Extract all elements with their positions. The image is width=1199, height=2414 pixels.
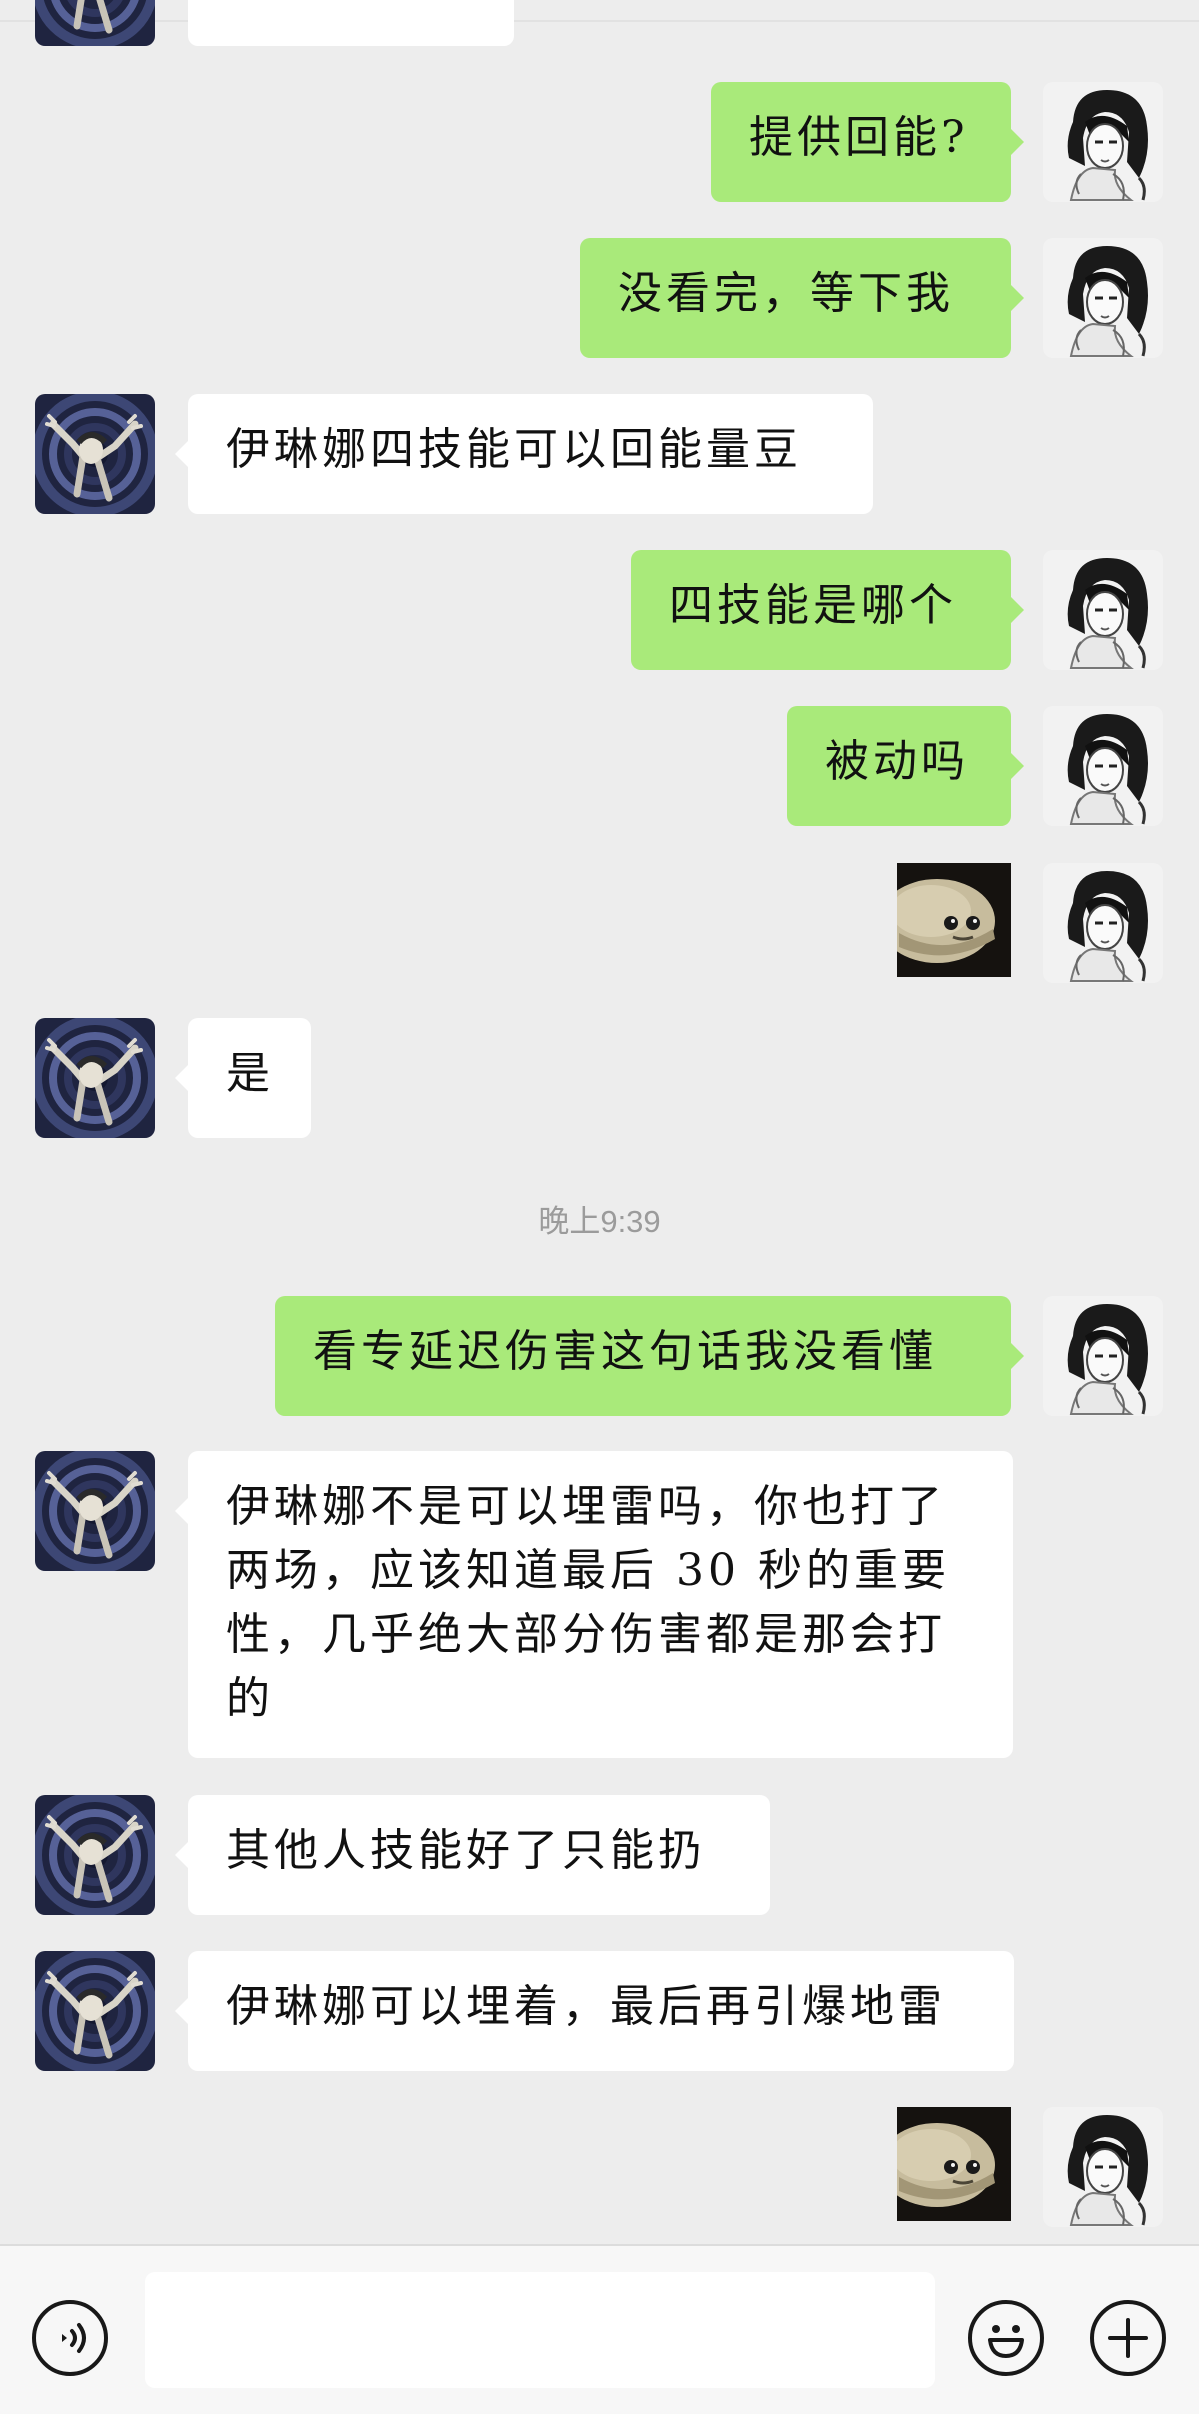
message-line: 性，几乎绝大部分伤害都是那会打 — [226, 1609, 946, 1660]
message-text: 没看完，等下我 — [618, 268, 954, 319]
shark-face-sticker-icon — [897, 2107, 1011, 2221]
message-bubble-outgoing[interactable]: 提供回能? — [711, 82, 1024, 202]
my-avatar[interactable] — [1043, 550, 1163, 670]
my-avatar-image — [1043, 238, 1163, 358]
timestamp: 晚上9:39 — [538, 1204, 661, 1239]
plus-icon — [1108, 2318, 1148, 2358]
message-bubble-incoming[interactable]: 是 — [175, 1018, 311, 1138]
contact-avatar[interactable] — [35, 1018, 155, 1138]
message-text: 被动吗 — [825, 736, 969, 787]
my-avatar[interactable] — [1043, 238, 1163, 358]
contact-avatar-image — [35, 0, 155, 46]
contact-avatar[interactable] — [35, 1951, 155, 2071]
message-bubble-incoming[interactable]: 伊琳娜不是可以埋雷吗，你也打了 两场，应该知道最后 30 秒的重要 性，几乎绝大… — [175, 1451, 1013, 1758]
message-bubble-outgoing[interactable]: 被动吗 — [787, 706, 1024, 826]
contact-avatar[interactable] — [35, 1795, 155, 1915]
message-text: 是 — [226, 1048, 274, 1099]
my-avatar-image — [1043, 550, 1163, 670]
message-text: 伊琳娜四技能可以回能量豆 — [226, 424, 802, 475]
my-avatar[interactable] — [1043, 2107, 1163, 2227]
message-bubble-partial[interactable] — [188, 0, 514, 46]
message-text: 其他人技能好了只能扔 — [226, 1825, 706, 1876]
contact-avatar-image — [35, 1951, 155, 2071]
message-bubble-incoming[interactable]: 其他人技能好了只能扔 — [175, 1795, 770, 1915]
message-bubble-incoming[interactable]: 伊琳娜四技能可以回能量豆 — [175, 394, 873, 514]
message-line: 的 — [226, 1673, 274, 1724]
shark-face-sticker-icon — [897, 863, 1011, 977]
message-line: 两场，应该知道最后 30 秒的重要 — [226, 1545, 950, 1596]
message-bubble-outgoing[interactable]: 没看完，等下我 — [580, 238, 1024, 358]
my-avatar[interactable] — [1043, 863, 1163, 983]
contact-avatar-image — [35, 1795, 155, 1915]
emoji-button[interactable] — [968, 2300, 1044, 2376]
my-avatar[interactable] — [1043, 706, 1163, 826]
contact-avatar-image — [35, 1451, 155, 1571]
message-text: 看专延迟伤害这句话我没看懂 — [313, 1326, 937, 1377]
message-text: 提供回能? — [749, 112, 969, 163]
message-bubble-outgoing[interactable]: 看专延迟伤害这句话我没看懂 — [275, 1296, 1024, 1416]
my-avatar-image — [1043, 82, 1163, 202]
message-bubble-incoming[interactable]: 伊琳娜可以埋着，最后再引爆地雷 — [175, 1951, 1014, 2071]
my-avatar[interactable] — [1043, 1296, 1163, 1416]
contact-avatar[interactable] — [35, 394, 155, 514]
message-text: 四技能是哪个 — [669, 580, 957, 631]
sticker-message[interactable] — [897, 2107, 1011, 2221]
plus-button[interactable] — [1090, 2300, 1166, 2376]
message-line: 伊琳娜不是可以埋雷吗，你也打了 — [226, 1481, 946, 1532]
sticker-message[interactable] — [897, 863, 1011, 977]
my-avatar[interactable] — [1043, 82, 1163, 202]
my-avatar-image — [1043, 863, 1163, 983]
emoji-icon — [988, 2325, 1024, 2358]
input-bar — [0, 2244, 1199, 2414]
message-bubble-outgoing[interactable]: 四技能是哪个 — [631, 550, 1024, 670]
voice-button[interactable] — [32, 2300, 108, 2376]
my-avatar-image — [1043, 706, 1163, 826]
contact-avatar-image — [35, 394, 155, 514]
chat-screen: 提供回能? 没看完，等下我 伊琳娜四技能可以回能量豆 四技能是哪个 被动吗 是 … — [0, 0, 1199, 2414]
voice-icon — [62, 2323, 86, 2353]
my-avatar-image — [1043, 1296, 1163, 1416]
contact-avatar-image — [35, 1018, 155, 1138]
message-text: 伊琳娜可以埋着，最后再引爆地雷 — [226, 1981, 946, 2032]
contact-avatar[interactable] — [35, 0, 155, 46]
top-divider — [0, 20, 1199, 22]
message-input[interactable] — [145, 2272, 935, 2388]
my-avatar-image — [1043, 2107, 1163, 2227]
contact-avatar[interactable] — [35, 1451, 155, 1571]
